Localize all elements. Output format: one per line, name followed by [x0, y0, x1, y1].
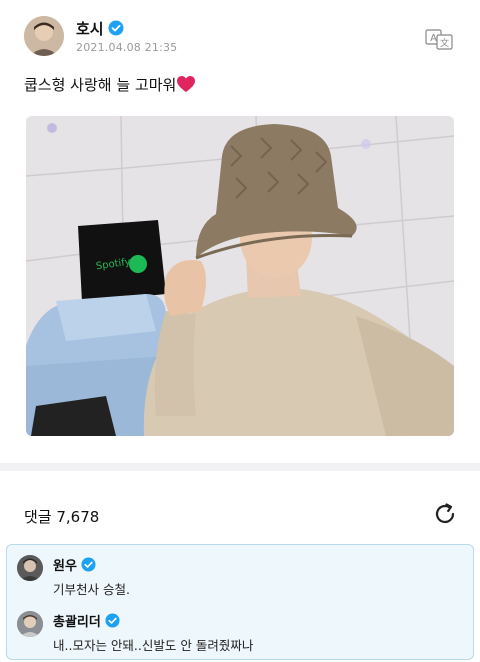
section-divider — [0, 463, 480, 471]
svg-text:A: A — [430, 33, 437, 44]
commenter-avatar[interactable] — [17, 611, 43, 637]
verified-badge-icon — [108, 20, 124, 40]
refresh-icon — [435, 503, 455, 524]
translate-button[interactable]: A 文 — [424, 27, 456, 51]
comments-header: 댓글 7,678 — [0, 496, 480, 532]
commenter-avatar[interactable] — [17, 555, 43, 581]
heart-emoji-icon — [177, 76, 196, 98]
refresh-button[interactable] — [432, 501, 458, 527]
comment-text: 내..모자는 안돼..신발도 안 돌려줬짜나 — [53, 638, 254, 653]
comment-highlight-box: 원우 기부천사 승철. 총괄리더 내..모자는 안돼..신발도 안 돌려줬짜나 — [6, 544, 474, 660]
commenter-name[interactable]: 총괄리더 — [53, 611, 120, 632]
comments-count: 댓글 7,678 — [24, 508, 100, 526]
translate-icon: A 文 — [425, 29, 453, 50]
post-timestamp: 2021.04.08 21:35 — [76, 41, 178, 54]
author-name[interactable]: 호시 — [76, 18, 124, 40]
post-text-body: 쿱스형 사랑해 늘 고마워 — [24, 76, 177, 94]
commenter-name-label: 총괄리더 — [53, 615, 101, 630]
commenter-name[interactable]: 원우 — [53, 555, 96, 576]
svg-text:文: 文 — [440, 37, 449, 49]
verified-badge-icon — [105, 613, 120, 632]
comment-item[interactable]: 원우 기부천사 승철. — [7, 547, 473, 597]
author-name-label: 호시 — [76, 20, 104, 38]
verified-badge-icon — [81, 557, 96, 576]
comment-text: 기부천사 승철. — [53, 582, 130, 597]
post-text: 쿱스형 사랑해 늘 고마워 — [24, 75, 196, 98]
post-header: 호시 2021.04.08 21:35 A 文 — [0, 0, 480, 64]
commenter-name-label: 원우 — [53, 559, 77, 574]
post-photo[interactable]: Spotify — [26, 116, 454, 436]
author-avatar[interactable] — [24, 16, 64, 56]
comment-item[interactable]: 총괄리더 내..모자는 안돼..신발도 안 돌려줬짜나 — [7, 603, 473, 653]
